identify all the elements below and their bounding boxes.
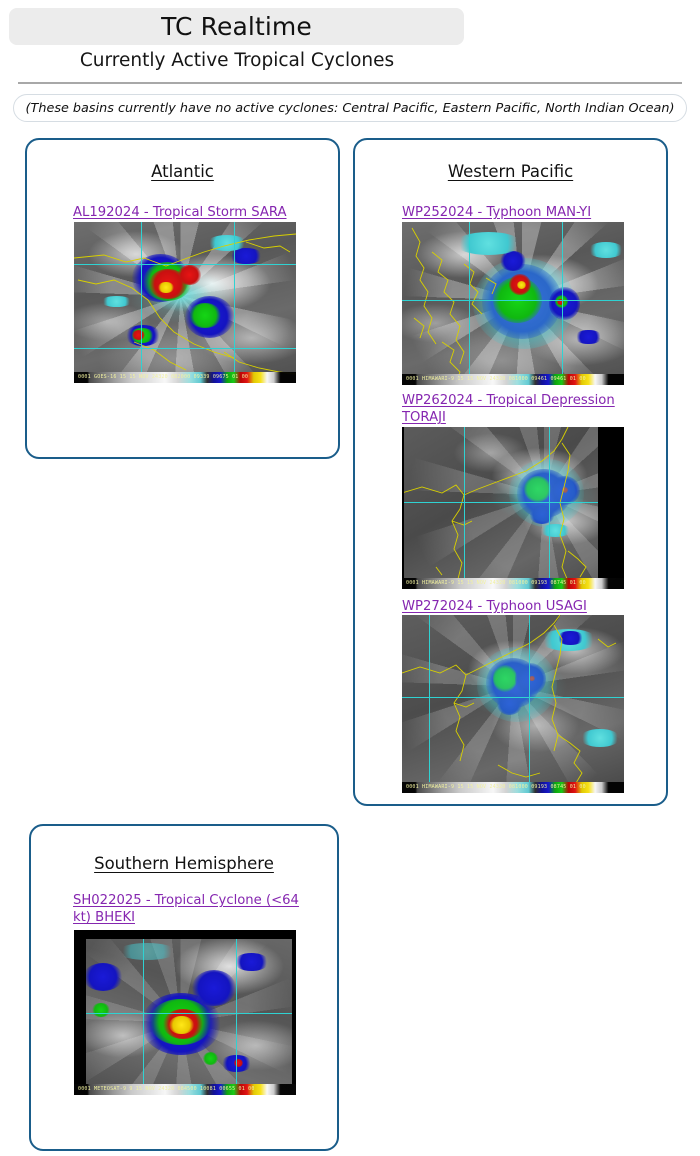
satellite-image-wp272024[interactable]: 0001 HIMAWARI-9 15 15 NOV 24320 081000 0… bbox=[402, 615, 624, 793]
satellite-image-sh022025[interactable]: 0001 METEOSAT-9 9 15 NOV 24320 084500 10… bbox=[74, 930, 296, 1095]
inactive-basins-notice: (These basins currently have no active c… bbox=[13, 94, 687, 122]
satellite-caption-wp272024: 0001 HIMAWARI-9 15 15 NOV 24320 081000 0… bbox=[406, 784, 586, 790]
basin-title-western-pacific: Western Pacific bbox=[447, 162, 574, 181]
inactive-basins-notice-text: (These basins currently have no active c… bbox=[25, 100, 675, 116]
satellite-image-wp262024[interactable]: 0001 HIMAWARI-9 15 15 NOV 24320 081000 0… bbox=[402, 427, 624, 589]
lat-lon-grid bbox=[74, 222, 296, 383]
satellite-caption-al192024: 0001 GOES-16 15 15 NOV 24320 082000 0933… bbox=[78, 374, 249, 380]
storm-link-wp252024[interactable]: WP252024 - Typhoon MAN-YI bbox=[402, 204, 632, 221]
page-title: TC Realtime bbox=[161, 12, 312, 41]
satellite-caption-sh022025: 0001 METEOSAT-9 9 15 NOV 24320 084500 10… bbox=[78, 1086, 255, 1092]
page-subtitle: Currently Active Tropical Cyclones bbox=[79, 50, 395, 71]
header-divider bbox=[18, 82, 682, 84]
satellite-caption-wp262024: 0001 HIMAWARI-9 15 15 NOV 24320 081000 0… bbox=[406, 580, 586, 586]
satellite-caption-wp252024: 0001 HIMAWARI-9 15 15 NOV 24320 081000 0… bbox=[406, 376, 586, 382]
basin-card-atlantic: Atlantic AL192024 - Tropical Storm SARA bbox=[25, 138, 340, 459]
storm-link-sh022025[interactable]: SH022025 - Tropical Cyclone (<64 kt) BHE… bbox=[73, 892, 318, 926]
satellite-image-al192024[interactable]: 0001 GOES-16 15 15 NOV 24320 082000 0933… bbox=[74, 222, 296, 383]
storm-link-wp272024[interactable]: WP272024 - Typhoon USAGI bbox=[402, 598, 632, 615]
basin-card-southern-hemisphere: Southern Hemisphere SH022025 - Tropical … bbox=[29, 824, 339, 1151]
storm-link-wp262024[interactable]: WP262024 - Tropical Depression TORAJI bbox=[402, 392, 632, 426]
basin-card-western-pacific: Western Pacific WP252024 - Typhoon MAN-Y… bbox=[353, 138, 668, 806]
basin-title-atlantic: Atlantic bbox=[151, 162, 214, 181]
satellite-image-wp252024[interactable]: 0001 HIMAWARI-9 15 15 NOV 24320 081000 0… bbox=[402, 222, 624, 385]
basin-title-southern-hemisphere: Southern Hemisphere bbox=[94, 854, 274, 873]
storm-link-al192024[interactable]: AL192024 - Tropical Storm SARA bbox=[73, 204, 298, 221]
